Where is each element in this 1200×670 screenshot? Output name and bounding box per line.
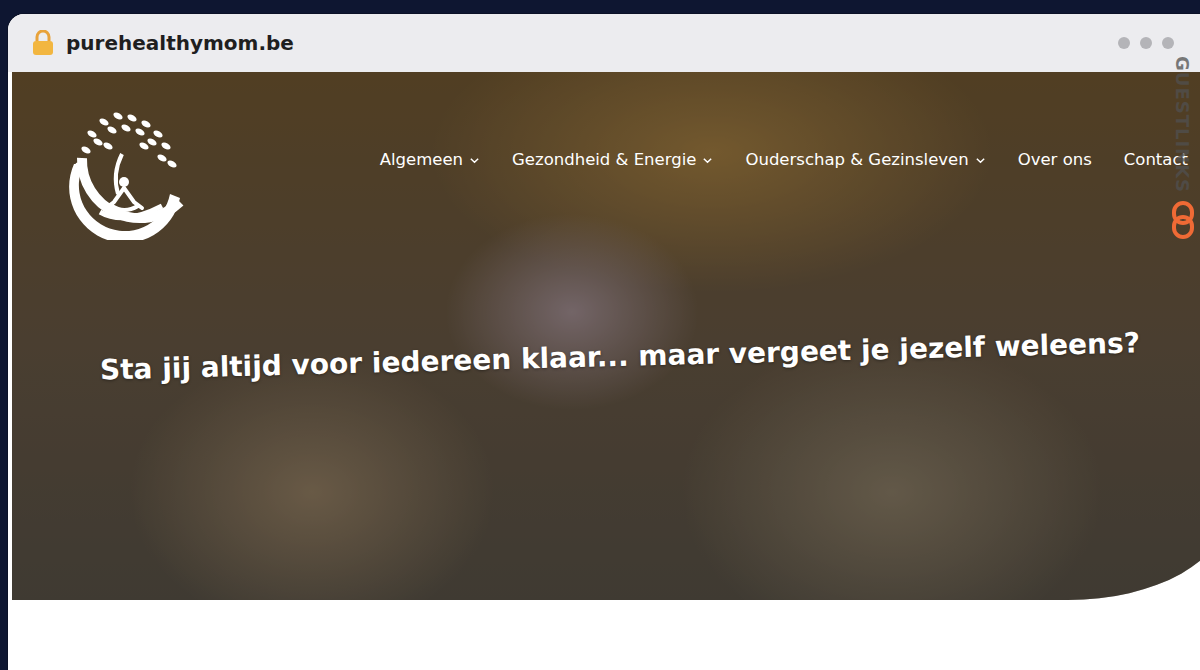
nav-item[interactable]: Over ons <box>1018 148 1092 173</box>
watermark: GUESTLINKS <box>1169 56 1196 239</box>
main-nav: Algemeen Gezondheid & Energie Ouderschap &… <box>380 148 1188 173</box>
url-text[interactable]: purehealthymom.be <box>66 28 294 58</box>
window-control-icon[interactable] <box>1140 37 1152 49</box>
logo-icon[interactable] <box>52 94 188 240</box>
site-header: Algemeen Gezondheid & Energie Ouderschap &… <box>12 72 1200 240</box>
chevron-down-icon[interactable] <box>702 148 713 173</box>
window-control-icon[interactable] <box>1162 37 1174 49</box>
nav-item[interactable]: Ouderschap & Gezinsleven <box>745 148 985 173</box>
chevron-down-icon[interactable] <box>975 148 986 173</box>
browser-window: purehealthymom.be Algemeen Gezondheid & En… <box>8 14 1200 670</box>
hero: Algemeen Gezondheid & Energie Ouderschap &… <box>12 72 1200 600</box>
address-bar: purehealthymom.be <box>8 14 1200 72</box>
nav-item[interactable]: Algemeen <box>380 148 480 173</box>
chevron-down-icon[interactable] <box>469 148 480 173</box>
watermark-text: GUESTLINKS <box>1169 56 1196 193</box>
link-icon <box>1171 201 1195 239</box>
window-controls <box>1118 37 1174 49</box>
nav-item[interactable]: Gezondheid & Energie <box>512 148 713 173</box>
window-control-icon[interactable] <box>1118 37 1130 49</box>
lock-icon <box>32 30 54 56</box>
